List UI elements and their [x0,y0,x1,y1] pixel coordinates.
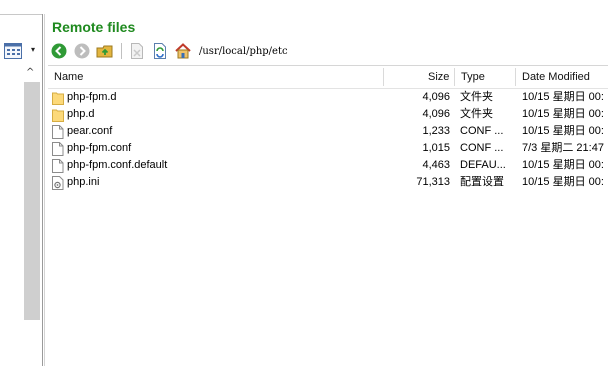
file-name: php.ini [67,176,100,188]
file-row[interactable]: php-fpm.conf.default 4,463 DEFAU... 10/15 星… [48,157,608,174]
column-separator[interactable] [383,68,384,86]
file-icon [52,158,64,173]
file-date: 10/15 星期日 00: [522,91,604,103]
file-name: php-fpm.conf [67,142,132,154]
pane-title: Remote files [52,19,136,35]
file-name-cell: php.d [52,106,382,123]
left-pane: ▾ ^ [0,0,42,366]
file-size: 4,463 [422,159,450,171]
file-date: 10/15 星期日 00: [522,159,604,171]
parent-folder-icon[interactable] [96,42,114,60]
file-name-cell: pear.conf [52,123,382,140]
file-date: 10/15 星期日 00: [522,176,604,188]
delete-icon[interactable] [128,42,146,60]
file-name: php-fpm.conf.default [67,159,168,171]
file-row[interactable]: php.d 4,096 文件夹 10/15 星期日 00: [48,106,608,123]
refresh-icon[interactable] [151,42,169,60]
file-type: CONF ... [460,142,504,154]
file-size: 1,233 [422,125,450,137]
file-name-cell: php-fpm.conf [52,140,382,157]
home-icon[interactable] [174,42,192,60]
pane-splitter-edge [44,14,45,366]
file-type: 配置设置 [460,176,504,188]
file-type: 文件夹 [460,108,493,120]
file-name-cell: php-fpm.conf.default [52,157,382,174]
list-header: Name Size Type Date Modified [48,66,608,89]
column-separator[interactable] [454,68,455,86]
toolbar-separator [121,43,122,59]
file-size: 4,096 [422,91,450,103]
folder-icon [52,108,64,122]
file-list: Name Size Type Date Modified php-fpm.d 4,… [48,65,608,367]
file-icon [52,124,64,139]
folder-icon [52,91,64,105]
view-dropdown-caret[interactable]: ▾ [31,45,35,54]
column-header-name[interactable]: Name [54,66,83,88]
file-type: DEFAU... [460,159,506,171]
scrollbar[interactable] [24,82,40,320]
pane-splitter[interactable] [42,14,43,366]
divider [0,14,42,15]
file-type: CONF ... [460,125,504,137]
column-header-date[interactable]: Date Modified [522,66,590,88]
file-row[interactable]: pear.conf 1,233 CONF ... 10/15 星期日 00: [48,123,608,140]
file-size: 71,313 [416,176,450,188]
file-icon [52,141,64,156]
file-row[interactable]: php.ini 71,313 配置设置 10/15 星期日 00: [48,174,608,191]
file-name: php-fpm.d [67,91,117,103]
back-arrow-icon[interactable] [50,42,68,60]
file-size: 1,015 [422,142,450,154]
file-type: 文件夹 [460,91,493,103]
file-row[interactable]: php-fpm.d 4,096 文件夹 10/15 星期日 00: [48,89,608,106]
file-date: 7/3 星期二 21:47 [522,142,604,154]
file-name: php.d [67,108,95,120]
file-row[interactable]: php-fpm.conf 1,015 CONF ... 7/3 星期二 21:47 [48,140,608,157]
toolbar: /usr/local/php/etc [50,41,288,61]
settings-file-icon [52,175,64,190]
path-display[interactable]: /usr/local/php/etc [199,46,288,57]
column-header-size[interactable]: Size [428,66,449,88]
file-date: 10/15 星期日 00: [522,125,604,137]
file-name: pear.conf [67,125,113,137]
file-date: 10/15 星期日 00: [522,108,604,120]
remote-files-pane: Remote files /usr/local/php/etc Name Siz… [46,14,608,366]
column-header-type[interactable]: Type [461,66,485,88]
column-separator[interactable] [515,68,516,86]
file-name-cell: php.ini [52,174,382,191]
grid-view-icon[interactable] [4,43,22,59]
file-name-cell: php-fpm.d [52,89,382,106]
forward-arrow-icon[interactable] [73,42,91,60]
file-rows: php-fpm.d 4,096 文件夹 10/15 星期日 00: php.d 4,096… [48,89,608,191]
file-size: 4,096 [422,108,450,120]
scroll-up-button[interactable]: ^ [26,67,34,78]
